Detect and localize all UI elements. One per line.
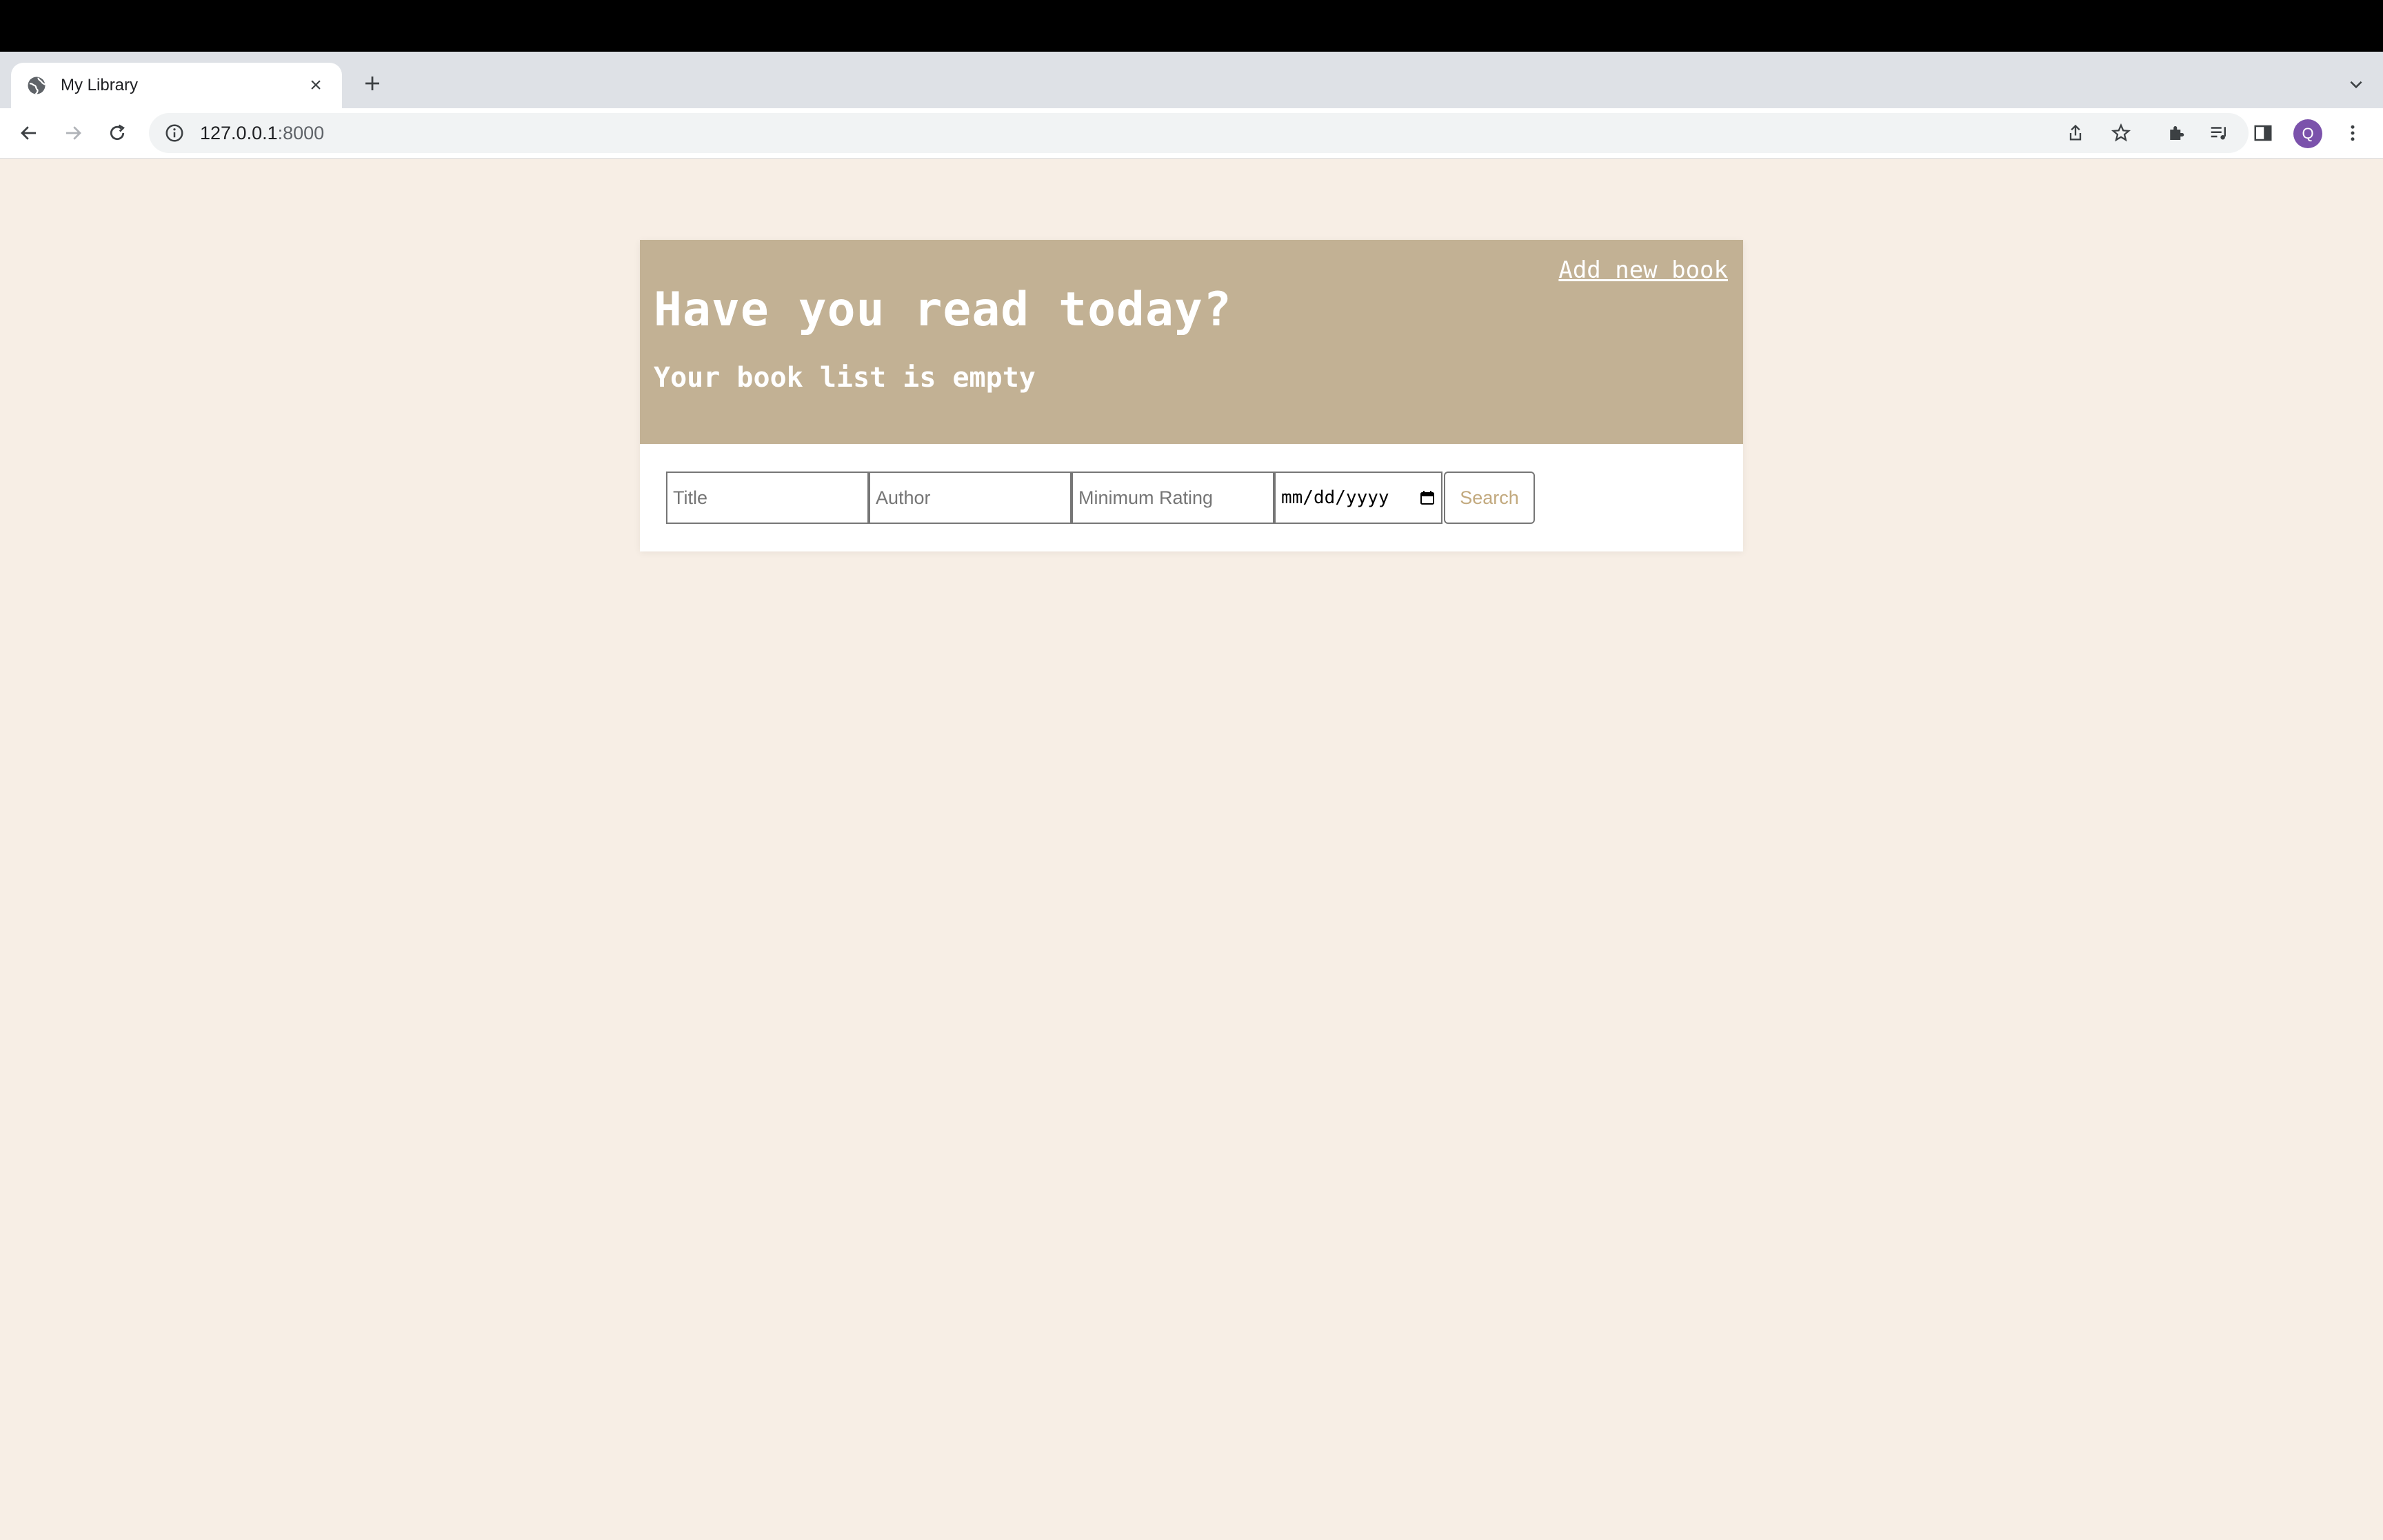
page-title: Have you read today? (654, 283, 1232, 337)
tab-strip: My Library × (0, 52, 2383, 108)
back-button[interactable] (12, 116, 46, 150)
date-input[interactable]: mm/dd/yyyy (1274, 472, 1442, 524)
reload-button[interactable] (101, 116, 134, 150)
search-button[interactable]: Search (1444, 472, 1535, 524)
share-button[interactable] (2059, 116, 2092, 150)
close-tab-icon[interactable]: × (305, 75, 327, 96)
minimum-rating-input[interactable]: Minimum Rating (1072, 472, 1274, 524)
browser-tab[interactable]: My Library × (11, 63, 342, 108)
add-new-book-link[interactable]: Add new book (1558, 256, 1728, 284)
new-tab-button[interactable] (357, 68, 388, 99)
url-host: 127.0.0.1 (200, 122, 278, 143)
profile-avatar[interactable]: Q (2293, 119, 2322, 148)
library-card: Add new book Have you read today? Your b… (640, 240, 1743, 551)
page-viewport: Add new book Have you read today? Your b… (0, 159, 2383, 1540)
side-panel-icon (2254, 125, 2272, 141)
url-port: :8000 (277, 122, 325, 143)
reload-icon (110, 124, 125, 141)
star-icon (2111, 123, 2131, 142)
forward-button[interactable] (57, 116, 90, 150)
os-top-bar (0, 0, 2383, 52)
site-info-icon[interactable] (164, 123, 185, 143)
search-form: Title Author Minimum Rating mm/dd/yyyy S… (640, 444, 1743, 551)
extensions-button[interactable] (2160, 116, 2193, 150)
kebab-menu-icon (2351, 125, 2355, 141)
arrow-right-icon (66, 126, 81, 140)
tab-search-button[interactable] (2344, 72, 2368, 96)
media-control-button[interactable] (2202, 116, 2235, 150)
chevron-down-icon (2350, 81, 2362, 89)
browser-toolbar: 127.0.0.1:8000 Q (0, 108, 2383, 159)
playlist-music-icon (2211, 127, 2226, 140)
page-header: Add new book Have you read today? Your b… (640, 240, 1743, 444)
puzzle-icon (2170, 126, 2184, 140)
calendar-icon[interactable] (1419, 489, 1436, 506)
arrow-left-icon (21, 126, 36, 140)
tab-title: My Library (61, 76, 139, 94)
url-text: 127.0.0.1:8000 (200, 123, 324, 144)
side-panel-button[interactable] (2246, 116, 2280, 150)
address-bar[interactable]: 127.0.0.1:8000 (149, 113, 2249, 153)
author-input[interactable]: Author (869, 472, 1072, 524)
title-input[interactable]: Title (666, 472, 869, 524)
browser-menu-button[interactable] (2336, 116, 2369, 150)
bookmark-button[interactable] (2104, 116, 2138, 150)
empty-list-message: Your book list is empty (654, 362, 1036, 394)
share-icon (2069, 124, 2082, 141)
plus-icon (365, 77, 379, 90)
globe-icon (26, 75, 47, 96)
date-placeholder: mm/dd/yyyy (1281, 487, 1389, 508)
